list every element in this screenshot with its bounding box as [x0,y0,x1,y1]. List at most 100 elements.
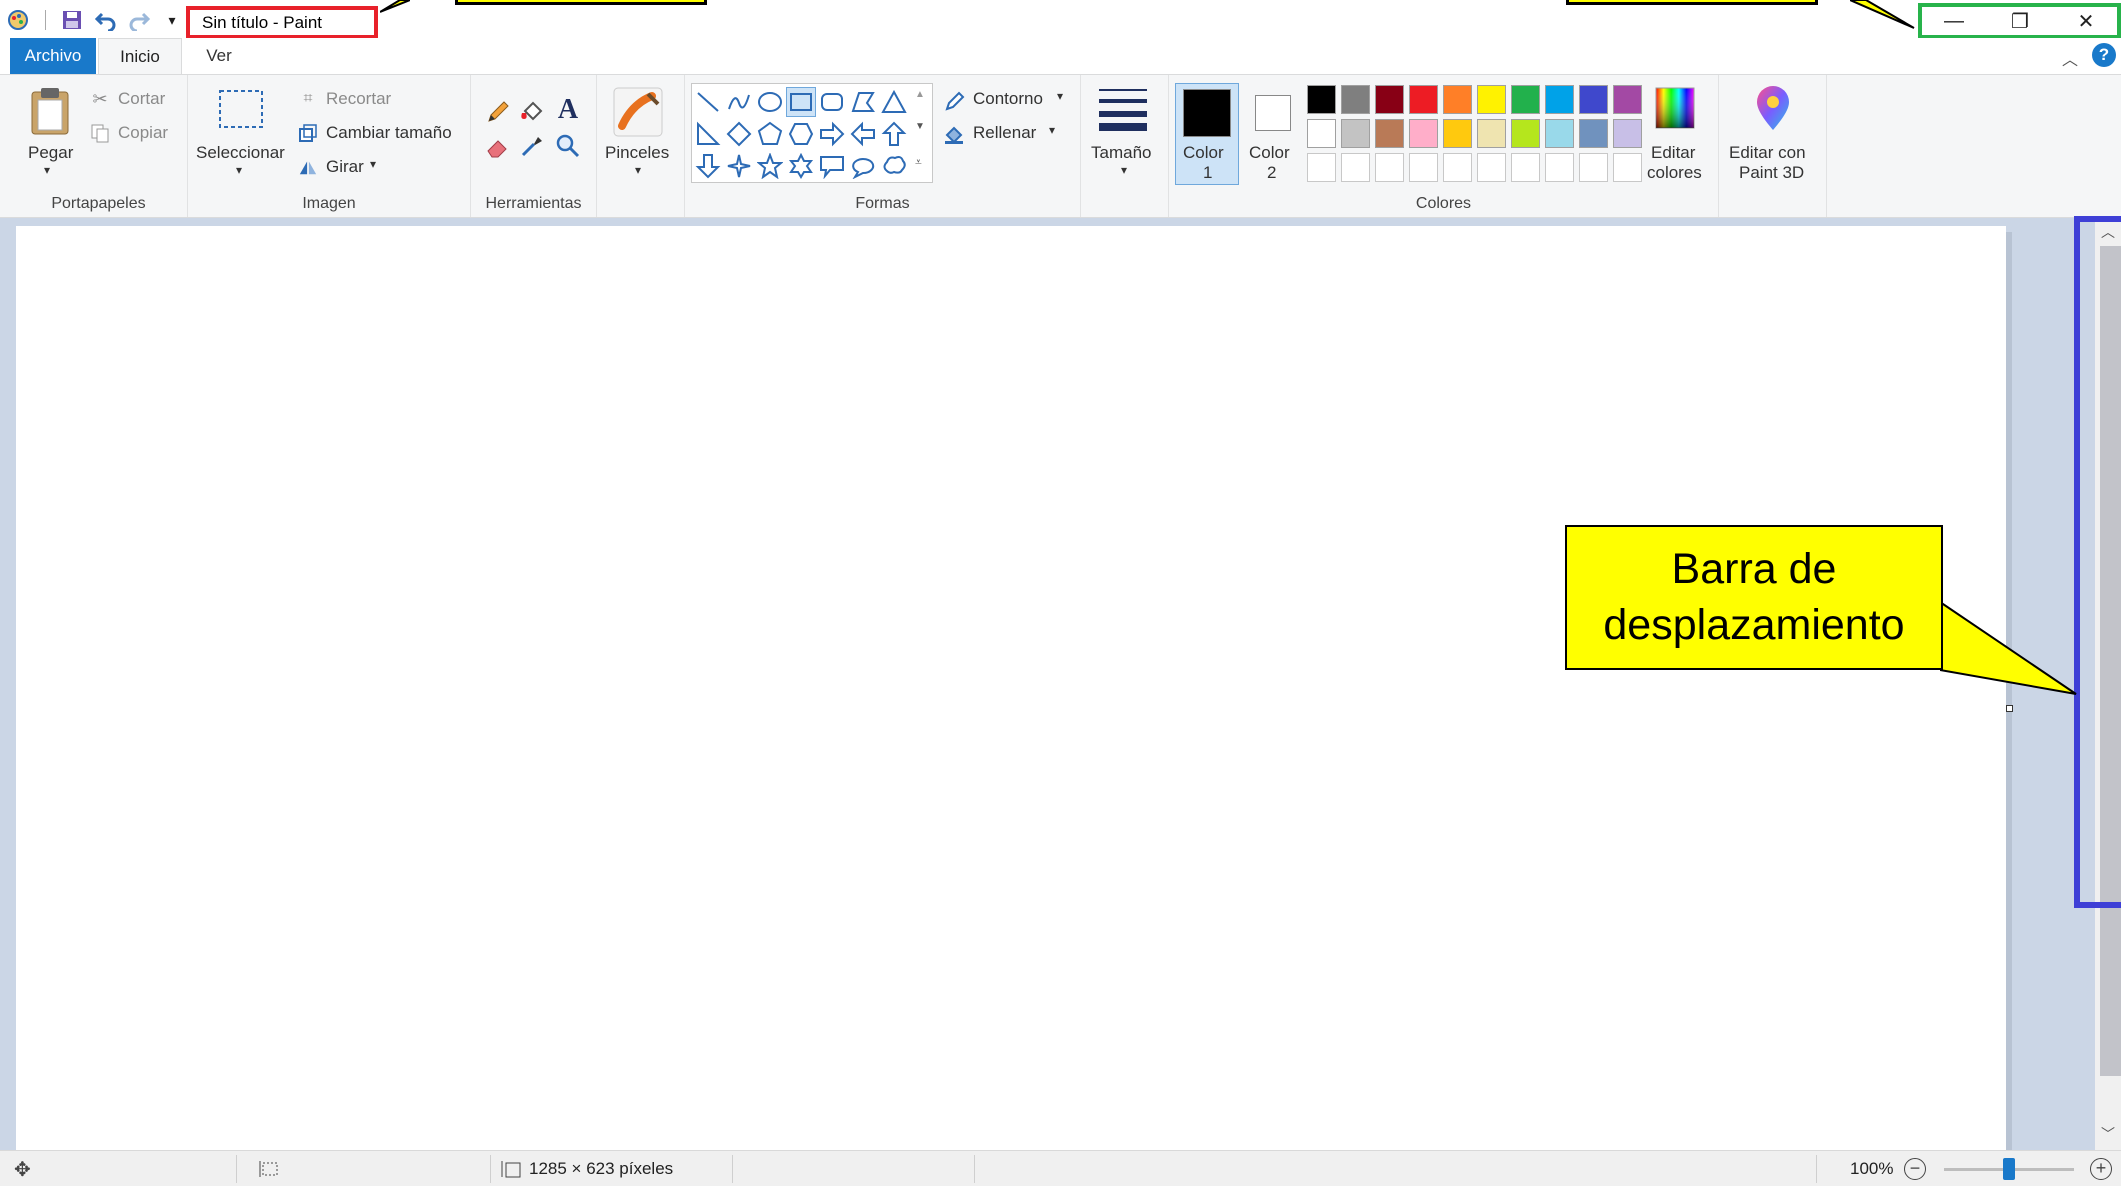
restore-button[interactable]: ❐ [1988,7,2052,35]
tab-inicio[interactable]: Inicio [98,38,182,74]
custom-color-slot[interactable] [1307,153,1336,182]
color-swatch[interactable] [1477,85,1506,114]
polygon-shape-icon[interactable] [848,87,878,117]
color-swatch[interactable] [1341,119,1370,148]
color-swatch[interactable] [1613,85,1642,114]
paste-icon[interactable] [28,85,72,137]
color-swatch[interactable] [1409,119,1438,148]
custom-color-slot[interactable] [1511,153,1540,182]
cut-button[interactable]: Cortar [118,89,165,109]
color-swatch[interactable] [1477,119,1506,148]
pencil-icon[interactable] [483,97,513,127]
cut-icon[interactable]: ✂ [90,89,110,109]
six-point-star-shape-icon[interactable] [786,151,816,181]
tab-ver[interactable]: Ver [184,38,254,74]
rotate-dropdown-icon[interactable]: ▾ [370,157,376,171]
edit-colors-icon[interactable] [1653,85,1697,131]
custom-color-slot[interactable] [1613,153,1642,182]
right-triangle-shape-icon[interactable] [693,119,723,149]
gallery-scroll-down-icon[interactable]: ▼ [915,121,925,132]
paint3d-icon[interactable] [1751,85,1795,133]
eraser-icon[interactable] [483,131,513,161]
pentagon-shape-icon[interactable] [755,119,785,149]
rectangle-shape-icon[interactable] [786,87,816,117]
size-icon[interactable] [1097,87,1149,131]
five-point-star-shape-icon[interactable] [755,151,785,181]
brushes-dropdown-icon[interactable]: ▾ [635,163,641,177]
custom-color-slot[interactable] [1579,153,1608,182]
tab-archivo[interactable]: Archivo [10,38,96,74]
redo-icon[interactable] [127,8,151,32]
drawing-canvas[interactable] [16,226,2006,1150]
custom-color-slot[interactable] [1545,153,1574,182]
copy-icon[interactable] [90,123,110,143]
paste-button[interactable]: Pegar [28,143,73,163]
help-icon[interactable]: ? [2092,43,2116,67]
color-swatch[interactable] [1443,119,1472,148]
color-swatch[interactable] [1511,119,1540,148]
paint3d-label-line1[interactable]: Editar con [1729,143,1806,163]
color-swatch[interactable] [1511,85,1540,114]
select-button[interactable]: Seleccionar [196,143,285,163]
rotate-button[interactable]: Girar [326,157,364,177]
oval-shape-icon[interactable] [755,87,785,117]
color-swatch[interactable] [1545,119,1574,148]
color-swatch[interactable] [1545,85,1574,114]
outline-icon[interactable] [943,89,965,111]
select-dropdown-icon[interactable]: ▾ [236,163,242,177]
paint-app-icon[interactable] [6,8,30,32]
fill-shape-icon[interactable] [943,123,965,145]
color-swatch[interactable] [1341,85,1370,114]
close-button[interactable]: ✕ [2054,7,2118,35]
zoom-out-icon[interactable]: − [1904,1158,1926,1180]
triangle-shape-icon[interactable] [879,87,909,117]
color-swatch[interactable] [1307,119,1336,148]
up-arrow-shape-icon[interactable] [879,119,909,149]
color-swatch[interactable] [1307,85,1336,114]
zoom-in-icon[interactable]: + [2090,1158,2112,1180]
color-swatch[interactable] [1375,119,1404,148]
paste-dropdown-icon[interactable]: ▾ [44,163,50,177]
customize-toolbar-icon[interactable]: ▾ [160,8,184,32]
color-swatch[interactable] [1579,119,1608,148]
text-icon[interactable]: A [553,94,583,125]
color-swatch[interactable] [1409,85,1438,114]
fill-icon[interactable] [517,97,547,127]
custom-color-slot[interactable] [1341,153,1370,182]
color-swatch[interactable] [1579,85,1608,114]
size-button[interactable]: Tamaño [1091,143,1151,163]
custom-color-slot[interactable] [1443,153,1472,182]
brush-icon[interactable] [611,85,665,139]
custom-color-slot[interactable] [1375,153,1404,182]
line-shape-icon[interactable] [693,87,723,117]
color-picker-icon[interactable] [517,131,547,161]
left-arrow-shape-icon[interactable] [848,119,878,149]
zoom-slider-thumb[interactable] [2003,1158,2015,1180]
rounded-rectangle-shape-icon[interactable] [817,87,847,117]
resize-button[interactable]: Cambiar tamaño [326,123,452,143]
minimize-button[interactable]: — [1922,7,1986,35]
save-icon[interactable] [60,8,84,32]
color-swatch[interactable] [1613,119,1642,148]
undo-icon[interactable] [94,8,118,32]
select-icon[interactable] [218,89,264,129]
gallery-expand-icon[interactable]: ⩡ [915,155,922,170]
rect-callout-shape-icon[interactable] [817,151,847,181]
right-arrow-shape-icon[interactable] [817,119,847,149]
canvas-resize-handle[interactable] [2006,705,2013,712]
scroll-down-icon[interactable]: ﹀ [2101,1124,2115,1144]
custom-color-slot[interactable] [1477,153,1506,182]
gallery-scroll-up-icon[interactable]: ▲ [915,89,925,100]
diamond-shape-icon[interactable] [724,119,754,149]
color-swatch[interactable] [1443,85,1472,114]
down-arrow-shape-icon[interactable] [693,151,723,181]
outline-dropdown-icon[interactable]: ▾ [1057,89,1063,103]
brushes-button[interactable]: Pinceles [605,143,669,163]
size-dropdown-icon[interactable]: ▾ [1121,163,1127,177]
curve-shape-icon[interactable] [724,87,754,117]
magnifier-icon[interactable] [553,131,583,161]
fill-button[interactable]: Rellenar [973,123,1036,143]
resize-icon[interactable] [298,123,318,143]
collapse-ribbon-icon[interactable]: ︿ [2062,46,2078,70]
rotate-icon[interactable] [298,157,318,177]
